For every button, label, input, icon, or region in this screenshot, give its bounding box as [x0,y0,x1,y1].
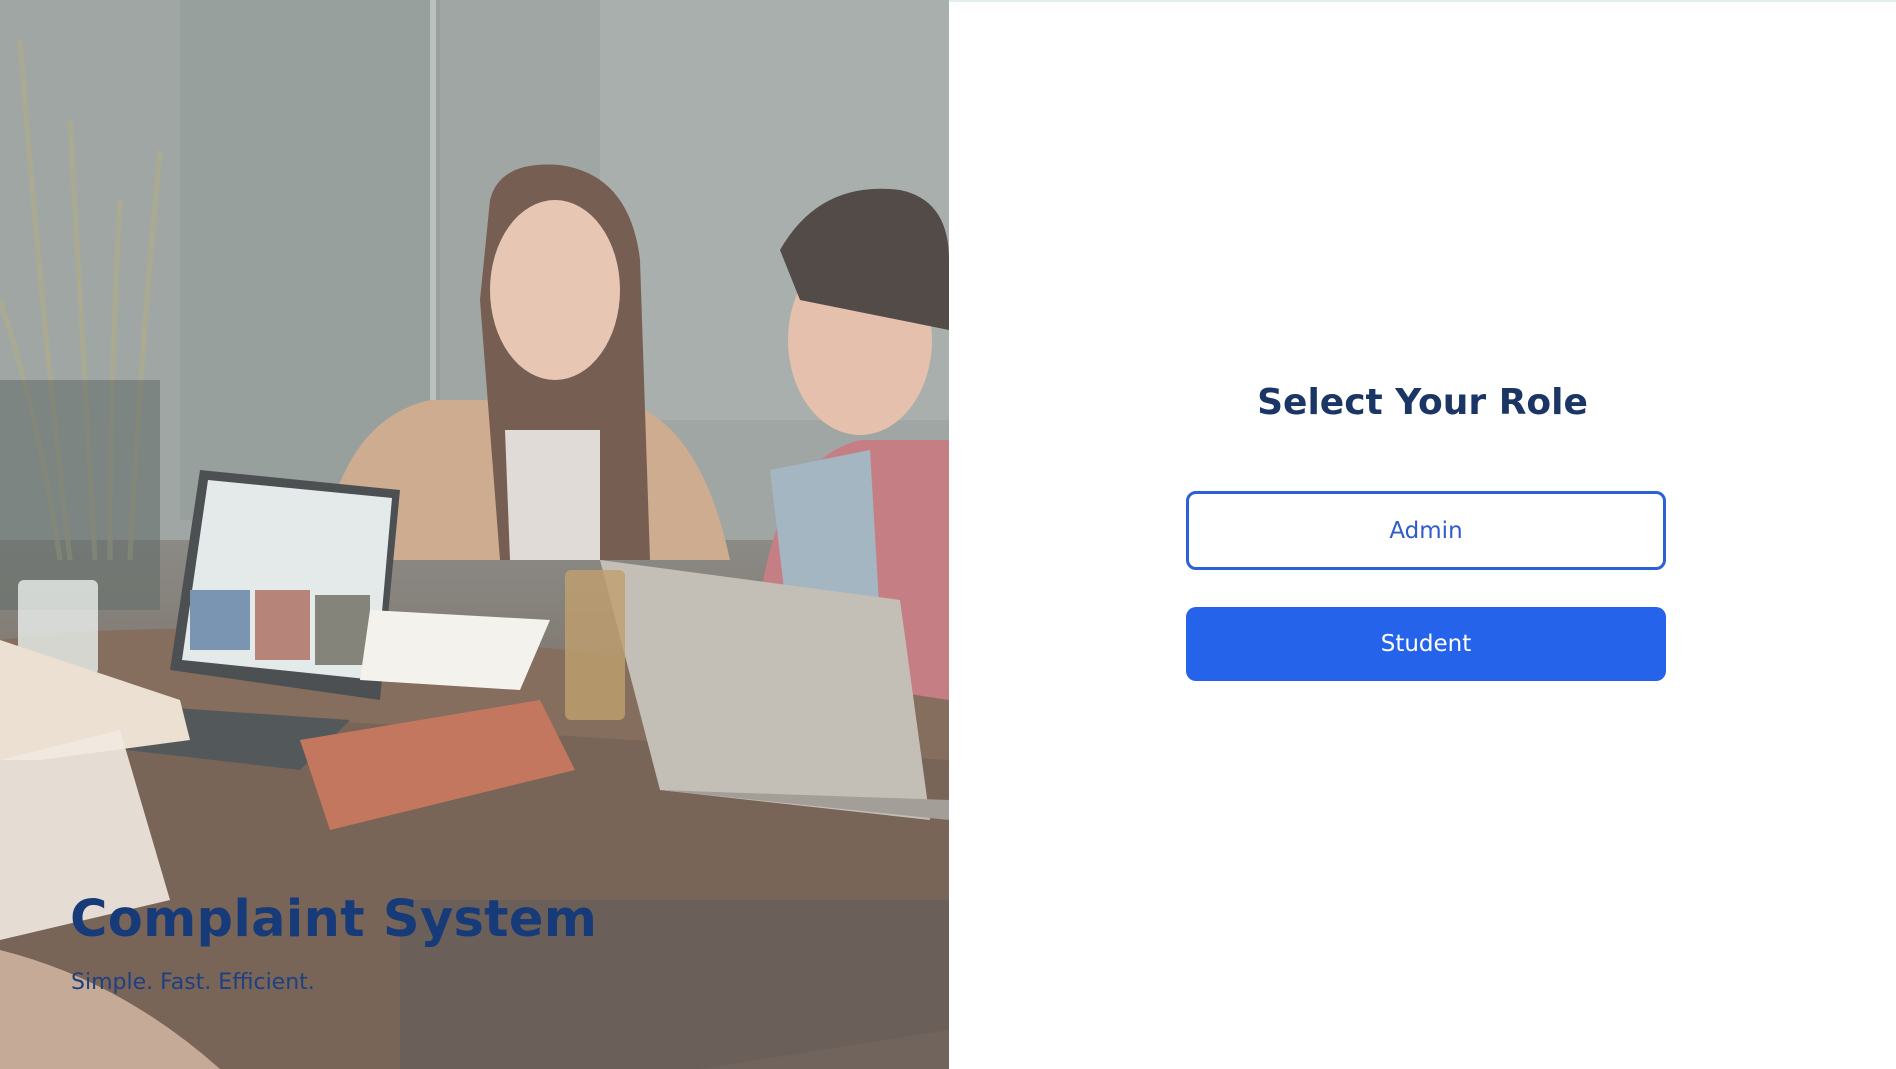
brand-tagline: Simple. Fast. Efficient. [71,970,315,995]
student-role-button[interactable]: Student [1186,607,1666,681]
brand-title: Complaint System [70,890,598,949]
role-select-title: Select Your Role [1257,382,1588,423]
role-select-panel: Select Your Role Admin Student [949,0,1896,1069]
admin-role-button[interactable]: Admin [1186,491,1666,570]
hero-image-panel: Complaint System Simple. Fast. Efficient… [0,0,949,1069]
